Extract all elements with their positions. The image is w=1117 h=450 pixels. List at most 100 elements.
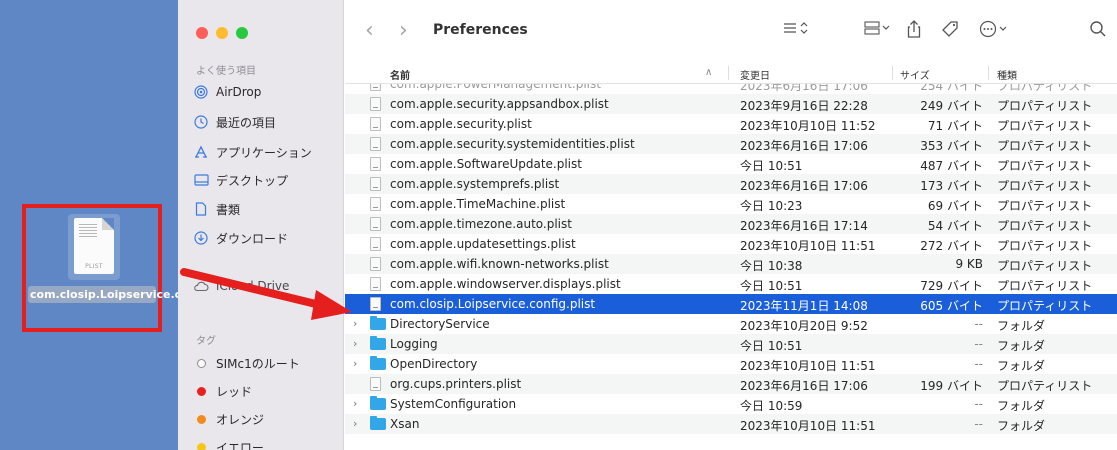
sort-ascending-icon[interactable]: ∧ bbox=[705, 67, 712, 78]
file-kind: フォルダ bbox=[997, 359, 1046, 373]
desktop-file-name[interactable]: com.closip.Loipservice.config.plist bbox=[28, 286, 244, 303]
table-row[interactable]: › Xsan 2023年10月10日 11:51 -- フォルダ bbox=[345, 414, 1117, 434]
column-header-date[interactable]: 変更日 bbox=[740, 67, 770, 82]
file-kind: プロパティリスト bbox=[997, 179, 1093, 193]
table-row[interactable]: › DirectoryService 2023年10月20日 9:52 -- フォルダ bbox=[345, 314, 1117, 334]
file-size: 254 バイト bbox=[920, 84, 983, 93]
sidebar-item-icloud-drive[interactable]: iCloud Drive bbox=[190, 275, 340, 297]
favorites-section-title: よく使う項目 bbox=[196, 66, 256, 77]
file-name: com.apple.TimeMachine.plist bbox=[390, 197, 566, 211]
file-size: 71 バイト bbox=[927, 119, 983, 133]
sidebar-tag-simc1-root[interactable]: SIMc1のルート bbox=[190, 352, 340, 374]
file-name: OpenDirectory bbox=[390, 357, 478, 371]
modified-date: 今日 10:51 bbox=[740, 159, 803, 173]
red-tag-dot-icon bbox=[196, 386, 206, 396]
sidebar-item-documents[interactable]: 書類 bbox=[190, 198, 340, 220]
sidebar-item-downloads[interactable]: ダウンロード bbox=[190, 227, 340, 249]
file-size: -- bbox=[974, 337, 983, 351]
disclosure-chevron-icon[interactable]: › bbox=[353, 397, 357, 410]
sidebar-item-recents[interactable]: 最近の項目 bbox=[190, 111, 340, 133]
file-kind: フォルダ bbox=[997, 339, 1046, 353]
close-window-button[interactable] bbox=[196, 27, 208, 39]
back-button[interactable]: ‹ bbox=[365, 20, 374, 42]
finder-window: よく使う項目 AirDrop 最近の項目 アプリケーション デスクトップ 書類 … bbox=[178, 0, 1117, 450]
plist-file-icon bbox=[370, 197, 381, 211]
disclosure-chevron-icon[interactable]: › bbox=[353, 357, 357, 370]
plist-file-icon[interactable]: PLIST bbox=[68, 214, 120, 280]
modified-date: 2023年10月10日 11:51 bbox=[740, 239, 876, 253]
plist-file-icon bbox=[370, 117, 381, 131]
plist-file-icon bbox=[370, 237, 381, 251]
share-icon[interactable] bbox=[907, 20, 921, 43]
file-size: 605 バイト bbox=[920, 299, 983, 313]
file-kind: プロパティリスト bbox=[997, 219, 1093, 233]
file-size: 9 KB bbox=[955, 257, 983, 271]
table-row[interactable]: com.apple.SoftwareUpdate.plist 今日 10:51 48… bbox=[345, 154, 1117, 174]
sidebar-tag-red[interactable]: レッド bbox=[190, 380, 340, 402]
file-kind: プロパティリスト bbox=[997, 139, 1093, 153]
disclosure-chevron-icon[interactable]: › bbox=[353, 337, 357, 350]
plist-file-icon bbox=[370, 84, 381, 91]
modified-date: 2023年11月1日 14:08 bbox=[740, 299, 868, 313]
sidebar-item-desktop[interactable]: デスクトップ bbox=[190, 169, 340, 191]
airdrop-icon bbox=[190, 85, 212, 99]
table-row[interactable]: com.apple.security.systemidentities.plis… bbox=[345, 134, 1117, 154]
table-row[interactable]: com.apple.windowserver.displays.plist 今日 … bbox=[345, 274, 1117, 294]
table-row[interactable]: › SystemConfiguration 今日 10:59 -- フォルダ bbox=[345, 394, 1117, 414]
table-row[interactable]: com.apple.wifi.known-networks.plist 今日 10… bbox=[345, 254, 1117, 274]
column-header-kind[interactable]: 種類 bbox=[997, 67, 1017, 82]
table-row[interactable]: com.apple.TimeMachine.plist 今日 10:23 69 バイ… bbox=[345, 194, 1117, 214]
list-view-icon[interactable] bbox=[782, 20, 810, 41]
table-row[interactable]: com.apple.security.appsandbox.plist 2023年… bbox=[345, 94, 1117, 114]
sidebar-tag-yellow[interactable]: イエロー bbox=[190, 436, 340, 450]
modified-date: 2023年6月16日 17:06 bbox=[740, 179, 868, 193]
column-header-size[interactable]: サイズ bbox=[900, 67, 930, 82]
column-header-name[interactable]: 名前 bbox=[390, 67, 410, 82]
table-row[interactable]: com.apple.systemprefs.plist 2023年6月16日 17… bbox=[345, 174, 1117, 194]
file-size: 487 バイト bbox=[920, 159, 983, 173]
tag-icon[interactable] bbox=[941, 20, 959, 43]
desktop-file-highlight[interactable]: PLIST com.closip.Loipservice.config.plis… bbox=[22, 204, 244, 332]
group-by-icon[interactable] bbox=[863, 20, 891, 41]
file-name: org.cups.printers.plist bbox=[390, 377, 522, 391]
sidebar-item-label: AirDrop bbox=[216, 85, 262, 99]
modified-date: 2023年6月16日 17:06 bbox=[740, 84, 868, 93]
table-row[interactable]: com.apple.timezone.auto.plist 2023年6月16日 … bbox=[345, 214, 1117, 234]
minimize-window-button[interactable] bbox=[216, 27, 228, 39]
sidebar-item-airdrop[interactable]: AirDrop bbox=[190, 81, 340, 103]
desktop: PLIST com.closip.Loipservice.config.plis… bbox=[0, 0, 244, 450]
sidebar-item-label: アプリケーション bbox=[216, 145, 312, 160]
zoom-window-button[interactable] bbox=[236, 27, 248, 39]
sidebar-item-label: イエロー bbox=[216, 440, 264, 450]
table-row[interactable]: org.cups.printers.plist 2023年6月16日 17:06 1… bbox=[345, 374, 1117, 394]
search-icon[interactable] bbox=[1089, 20, 1107, 43]
table-row[interactable]: com.apple.PowerManagement.plist 2023年6月16… bbox=[345, 84, 1117, 94]
file-kind: プロパティリスト bbox=[997, 199, 1093, 213]
plist-file-icon bbox=[370, 297, 381, 311]
folder-icon bbox=[370, 316, 386, 330]
modified-date: 2023年9月16日 22:28 bbox=[740, 99, 868, 113]
file-kind: プロパティリスト bbox=[997, 239, 1093, 253]
file-size: 199 バイト bbox=[920, 379, 983, 393]
file-list: com.apple.PowerManagement.plist 2023年6月16… bbox=[345, 84, 1117, 450]
table-row-selected[interactable]: com.closip.Loipservice.config.plist 2023年… bbox=[345, 294, 1117, 314]
file-name: com.apple.security.appsandbox.plist bbox=[390, 97, 609, 111]
table-row[interactable]: com.apple.updatesettings.plist 2023年10月10… bbox=[345, 234, 1117, 254]
file-name: SystemConfiguration bbox=[390, 397, 517, 411]
file-name: com.apple.security.systemidentities.plis… bbox=[390, 137, 635, 151]
more-actions-icon[interactable] bbox=[979, 20, 1009, 43]
file-name: com.apple.security.plist bbox=[390, 117, 532, 131]
folder-icon bbox=[370, 396, 386, 410]
file-name: com.apple.systemprefs.plist bbox=[390, 177, 560, 191]
disclosure-chevron-icon[interactable]: › bbox=[353, 417, 357, 430]
forward-button[interactable]: › bbox=[399, 20, 408, 42]
plist-file-icon bbox=[370, 217, 381, 231]
sidebar-tag-orange[interactable]: オレンジ bbox=[190, 408, 340, 430]
sidebar-item-applications[interactable]: アプリケーション bbox=[190, 141, 340, 163]
table-row[interactable]: › OpenDirectory 2023年10月10日 11:51 -- フォルダ bbox=[345, 354, 1117, 374]
table-row[interactable]: com.apple.security.plist 2023年10月10日 11:5… bbox=[345, 114, 1117, 134]
file-name: com.apple.wifi.known-networks.plist bbox=[390, 257, 609, 271]
table-row[interactable]: › Logging 今日 10:51 -- フォルダ bbox=[345, 334, 1117, 354]
sidebar-item-label: iCloud Drive bbox=[216, 279, 290, 293]
disclosure-chevron-icon[interactable]: › bbox=[353, 317, 357, 330]
